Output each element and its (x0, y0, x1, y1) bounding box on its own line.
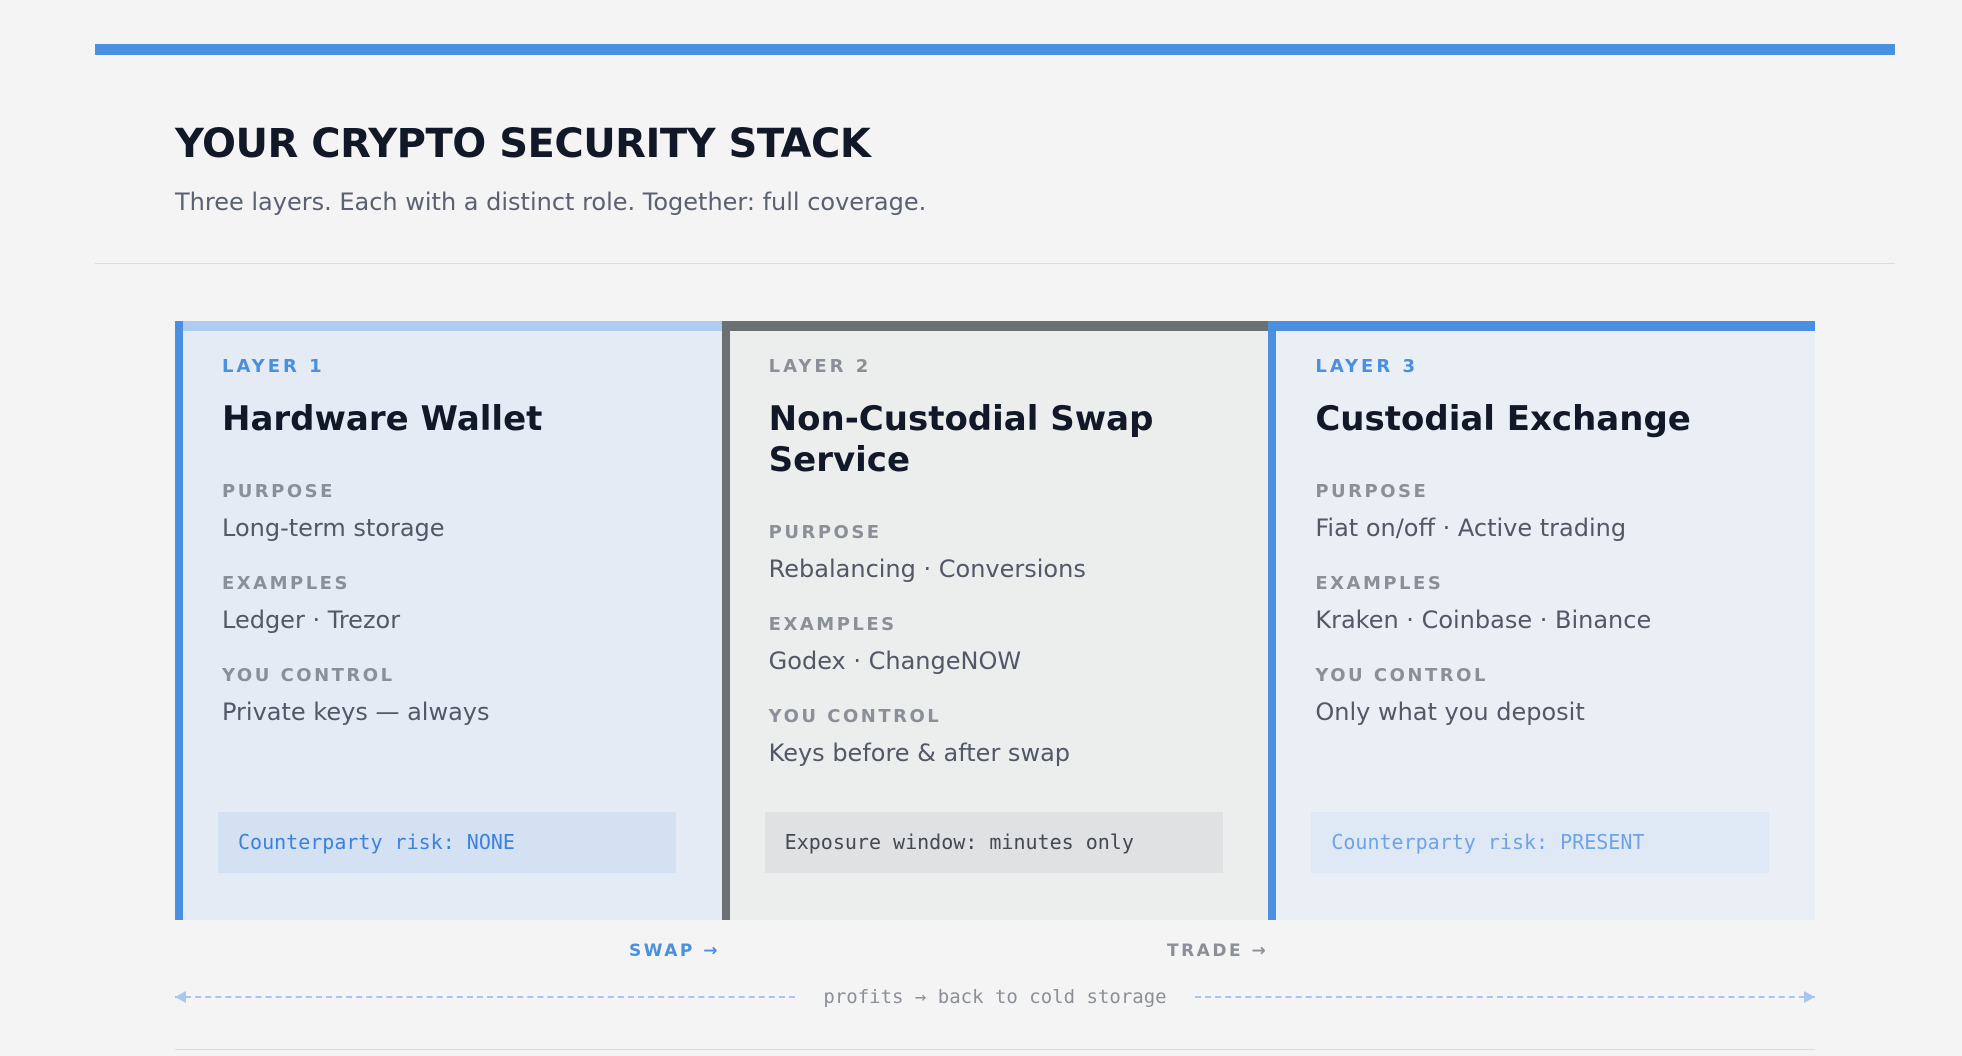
page-header: YOUR CRYPTO SECURITY STACK Three layers.… (175, 116, 1575, 218)
bottom-divider (175, 1049, 1815, 1050)
card-body: LAYER 1 Hardware Wallet PURPOSE Long-ter… (222, 355, 682, 728)
page-title: YOUR CRYPTO SECURITY STACK (175, 121, 871, 167)
trade-flow-label: TRADE → (1167, 941, 1269, 961)
header-divider (95, 263, 1895, 264)
layer-cards: LAYER 1 Hardware Wallet PURPOSE Long-ter… (175, 321, 1816, 920)
examples-value: Godex · ChangeNOW (768, 647, 1022, 675)
layer-label: LAYER 1 (222, 356, 325, 377)
examples-value: Ledger · Trezor (222, 606, 401, 634)
purpose-value: Fiat on/off · Active trading (1315, 514, 1627, 542)
purpose-label: PURPOSE (1315, 481, 1429, 502)
layer-card-custodial-exchange: LAYER 3 Custodial Exchange PURPOSE Fiat … (1268, 321, 1816, 920)
card-left-accent (721, 321, 730, 920)
dashed-line (1195, 996, 1815, 998)
return-flow-label: profits → back to cold storage (823, 986, 1167, 1008)
card-left-accent (175, 321, 183, 920)
arrow-right-icon (1804, 991, 1815, 1003)
purpose-label: PURPOSE (768, 522, 882, 543)
control-value: Private keys — always (222, 698, 490, 726)
control-value: Keys before & after swap (768, 739, 1071, 767)
control-label: YOU CONTROL (1315, 665, 1488, 686)
layer-label: LAYER 3 (1315, 356, 1419, 377)
card-title: Non-Custodial Swap Service (768, 399, 1154, 480)
page-subtitle: Three layers. Each with a distinct role.… (175, 188, 927, 216)
page-frame: YOUR CRYPTO SECURITY STACK Three layers.… (95, 44, 1895, 1056)
top-accent-rule (95, 44, 1895, 55)
examples-label: EXAMPLES (768, 614, 897, 635)
purpose-label: PURPOSE (222, 481, 335, 502)
card-body: LAYER 2 Non-Custodial Swap Service PURPO… (769, 355, 1229, 769)
card-top-accent (175, 321, 722, 331)
exposure-badge: Exposure window: minutes only (764, 812, 1223, 873)
examples-label: EXAMPLES (1315, 573, 1444, 594)
layer-card-swap-service: LAYER 2 Non-Custodial Swap Service PURPO… (721, 321, 1269, 920)
arrow-left-icon (175, 991, 186, 1003)
swap-flow-label: SWAP → (629, 941, 721, 961)
return-flow-line-right (1195, 991, 1815, 1003)
card-body: LAYER 3 Custodial Exchange PURPOSE Fiat … (1315, 355, 1775, 728)
card-title: Custodial Exchange (1315, 399, 1691, 439)
control-value: Only what you deposit (1315, 698, 1585, 726)
card-left-accent (1268, 321, 1277, 920)
card-title: Hardware Wallet (222, 399, 543, 439)
risk-badge: Counterparty risk: PRESENT (1311, 812, 1770, 873)
purpose-value: Rebalancing · Conversions (768, 555, 1086, 583)
examples-label: EXAMPLES (222, 573, 350, 594)
layer-label: LAYER 2 (768, 356, 872, 377)
risk-badge: Counterparty risk: NONE (218, 812, 676, 873)
purpose-value: Long-term storage (222, 514, 445, 542)
examples-value: Kraken · Coinbase · Binance (1315, 606, 1652, 634)
control-label: YOU CONTROL (768, 706, 942, 727)
dashed-line (175, 996, 795, 998)
control-label: YOU CONTROL (222, 665, 395, 686)
card-top-accent (721, 321, 1269, 331)
card-top-accent (1268, 321, 1816, 331)
return-flow-line-left (175, 991, 795, 1003)
layer-card-hardware-wallet: LAYER 1 Hardware Wallet PURPOSE Long-ter… (175, 321, 722, 920)
